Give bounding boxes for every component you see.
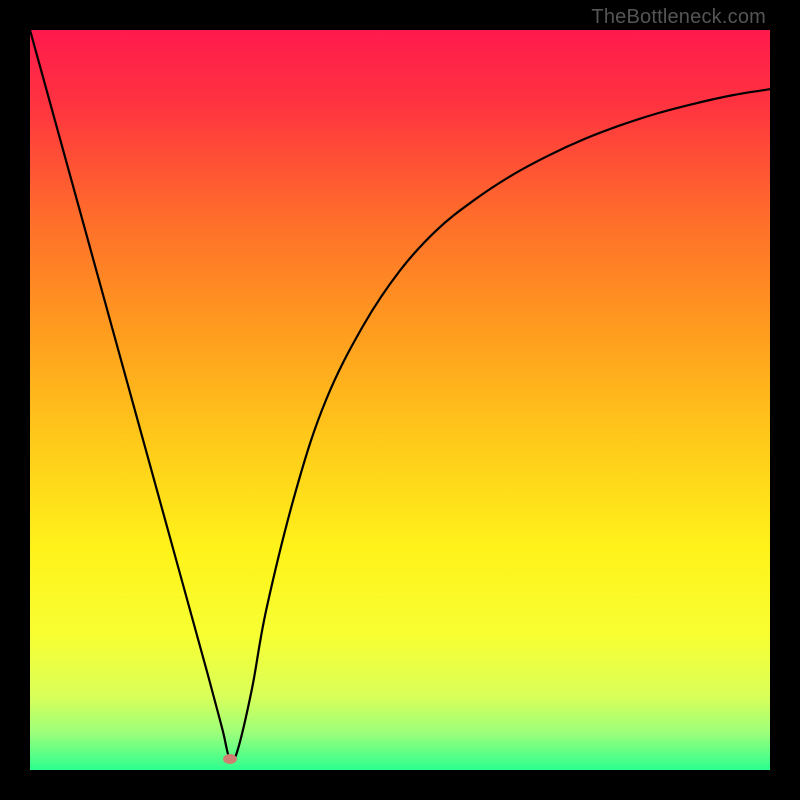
watermark-text: TheBottleneck.com <box>591 6 766 29</box>
plot-area <box>30 30 770 770</box>
curve-svg <box>30 30 770 770</box>
bottleneck-curve <box>30 30 770 762</box>
minimum-marker <box>223 754 237 764</box>
chart-frame: TheBottleneck.com <box>0 0 800 800</box>
